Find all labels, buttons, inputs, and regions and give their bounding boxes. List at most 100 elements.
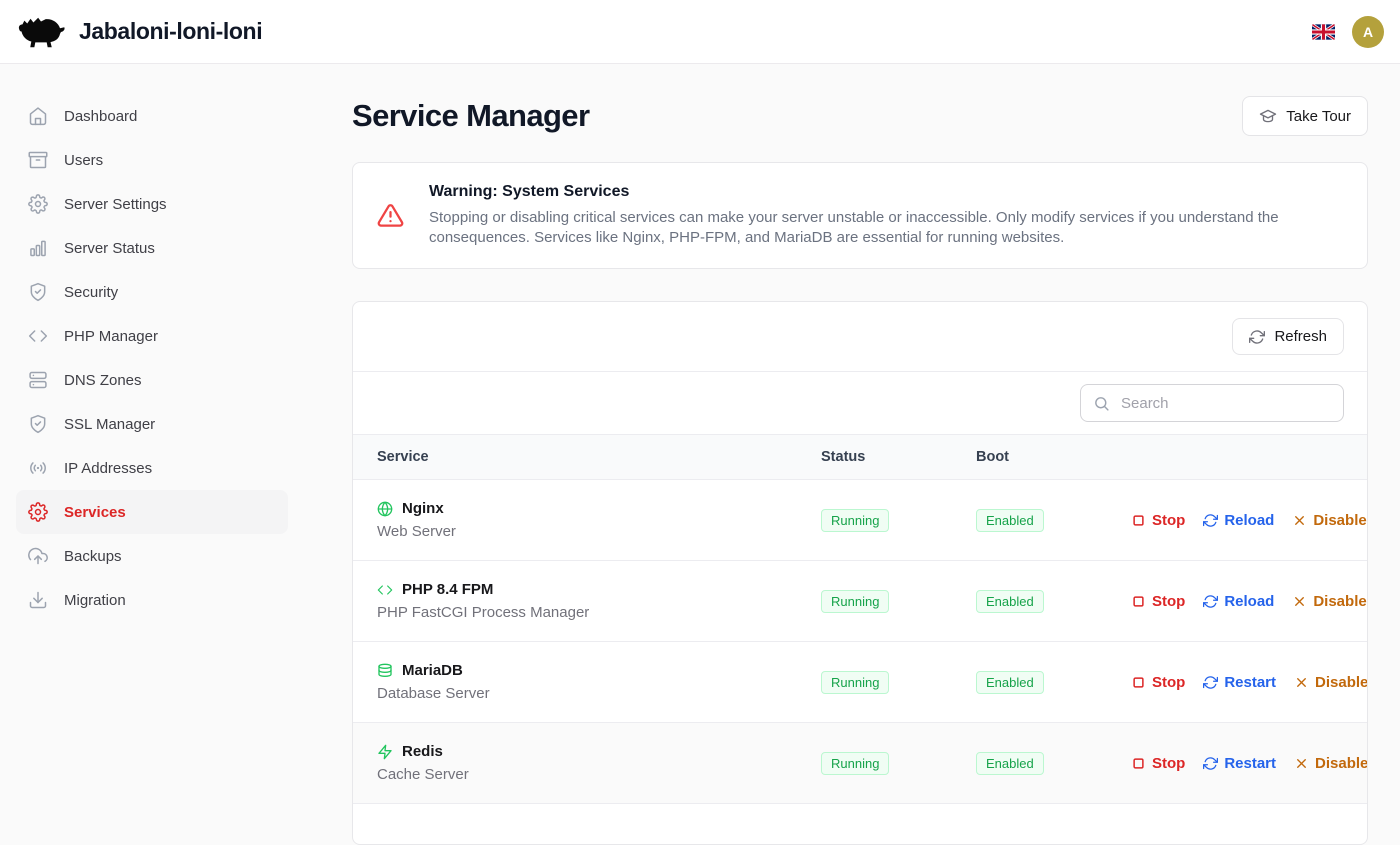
disable-button[interactable]: Disable (1294, 674, 1368, 691)
column-header-boot: Boot (976, 449, 1131, 465)
page-title: Service Manager (352, 98, 589, 134)
service-name: Nginx (402, 500, 444, 517)
table-header: Service Status Boot (353, 434, 1367, 480)
sidebar-item-migration[interactable]: Migration (16, 578, 288, 622)
search-toolbar (353, 371, 1367, 434)
row-actions: Stop Reload Disable (1131, 512, 1367, 529)
gear-icon (28, 194, 48, 214)
service-cell: Nginx Web Server (377, 500, 821, 540)
sidebar-item-php-manager[interactable]: PHP Manager (16, 314, 288, 358)
restart-button[interactable]: Restart (1203, 755, 1276, 772)
refresh-label: Refresh (1274, 328, 1327, 345)
boot-cell: Enabled (976, 752, 1131, 775)
services-toolbar: Refresh (353, 302, 1367, 371)
status-cell: Running (821, 752, 976, 775)
service-cell: Redis Cache Server (377, 743, 821, 783)
sidebar-item-ip-addresses[interactable]: IP Addresses (16, 446, 288, 490)
column-header-service: Service (377, 449, 821, 465)
search-input[interactable] (1119, 394, 1331, 413)
refresh-icon (1203, 594, 1218, 609)
avatar[interactable]: A (1352, 16, 1384, 48)
sidebar-item-server-settings[interactable]: Server Settings (16, 182, 288, 226)
sidebar-item-label: DNS Zones (64, 372, 142, 389)
page-header: Service Manager Take Tour (352, 96, 1368, 136)
sidebar-item-label: Server Settings (64, 196, 167, 213)
warning-card: Warning: System Services Stopping or dis… (352, 162, 1368, 269)
status-badge: Running (821, 752, 889, 775)
broadcast-icon (28, 458, 48, 478)
boot-cell: Enabled (976, 590, 1131, 613)
uk-flag-icon[interactable] (1312, 24, 1335, 40)
sidebar-item-label: Backups (64, 548, 122, 565)
status-badge: Running (821, 671, 889, 694)
sidebar-item-ssl-manager[interactable]: SSL Manager (16, 402, 288, 446)
sidebar-item-dns-zones[interactable]: DNS Zones (16, 358, 288, 402)
x-icon (1292, 594, 1307, 609)
disable-button[interactable]: Disable (1294, 755, 1368, 772)
sidebar-item-label: Dashboard (64, 108, 137, 125)
refresh-icon (1203, 675, 1218, 690)
service-name: MariaDB (402, 662, 463, 679)
cloud-upload-icon (28, 546, 48, 566)
row-actions: Stop Restart Disable (1131, 674, 1368, 691)
x-icon (1294, 756, 1309, 771)
sidebar-item-dashboard[interactable]: Dashboard (16, 94, 288, 138)
search-icon (1093, 395, 1110, 412)
disable-button[interactable]: Disable (1292, 512, 1366, 529)
server-icon (28, 370, 48, 390)
table-row: Nginx Web Server Running Enabled Stop Re… (353, 480, 1367, 561)
sidebar-item-server-status[interactable]: Server Status (16, 226, 288, 270)
stop-button[interactable]: Stop (1131, 674, 1185, 691)
reload-button[interactable]: Reload (1203, 512, 1274, 529)
sidebar-item-label: Security (64, 284, 118, 301)
take-tour-button[interactable]: Take Tour (1242, 96, 1368, 136)
shield-check-icon (28, 282, 48, 302)
service-cell: PHP 8.4 FPM PHP FastCGI Process Manager (377, 581, 821, 621)
code-icon (377, 582, 393, 598)
column-header-status: Status (821, 449, 976, 465)
sidebar-item-backups[interactable]: Backups (16, 534, 288, 578)
stop-square-icon (1131, 675, 1146, 690)
boot-cell: Enabled (976, 509, 1131, 532)
boot-badge: Enabled (976, 671, 1044, 694)
search-box (1080, 384, 1344, 422)
boot-badge: Enabled (976, 752, 1044, 775)
status-badge: Running (821, 509, 889, 532)
service-name: Redis (402, 743, 443, 760)
stop-square-icon (1131, 756, 1146, 771)
bar-chart-icon (28, 238, 48, 258)
table-row: MariaDB Database Server Running Enabled … (353, 642, 1367, 723)
stop-button[interactable]: Stop (1131, 593, 1185, 610)
stop-button[interactable]: Stop (1131, 755, 1185, 772)
sidebar-item-security[interactable]: Security (16, 270, 288, 314)
take-tour-label: Take Tour (1286, 108, 1351, 125)
brand-title: Jabaloni-loni-loni (79, 18, 262, 45)
stop-button[interactable]: Stop (1131, 512, 1185, 529)
table-body: Nginx Web Server Running Enabled Stop Re… (353, 480, 1367, 804)
warning-title: Warning: System Services (429, 183, 1291, 201)
table-row: PHP 8.4 FPM PHP FastCGI Process Manager … (353, 561, 1367, 642)
sidebar-item-label: Users (64, 152, 103, 169)
service-description: Database Server (377, 685, 821, 702)
services-card: Refresh Service Status Boot Nginx Web Se… (352, 301, 1368, 845)
sidebar-item-label: Services (64, 504, 126, 521)
gear-icon (28, 502, 48, 522)
service-description: PHP FastCGI Process Manager (377, 604, 821, 621)
x-icon (1294, 675, 1309, 690)
sidebar-item-label: PHP Manager (64, 328, 158, 345)
sidebar-item-services[interactable]: Services (16, 490, 288, 534)
refresh-icon (1203, 756, 1218, 771)
reload-button[interactable]: Reload (1203, 593, 1274, 610)
download-icon (28, 590, 48, 610)
brand[interactable]: Jabaloni-loni-loni (16, 13, 262, 51)
refresh-button[interactable]: Refresh (1232, 318, 1344, 355)
warning-body: Stopping or disabling critical services … (429, 208, 1291, 248)
disable-button[interactable]: Disable (1292, 593, 1366, 610)
code-icon (28, 326, 48, 346)
restart-button[interactable]: Restart (1203, 674, 1276, 691)
graduation-cap-icon (1259, 107, 1277, 125)
sidebar-item-users[interactable]: Users (16, 138, 288, 182)
row-actions: Stop Reload Disable (1131, 593, 1367, 610)
alert-triangle-icon (377, 202, 404, 229)
row-actions: Stop Restart Disable (1131, 755, 1368, 772)
